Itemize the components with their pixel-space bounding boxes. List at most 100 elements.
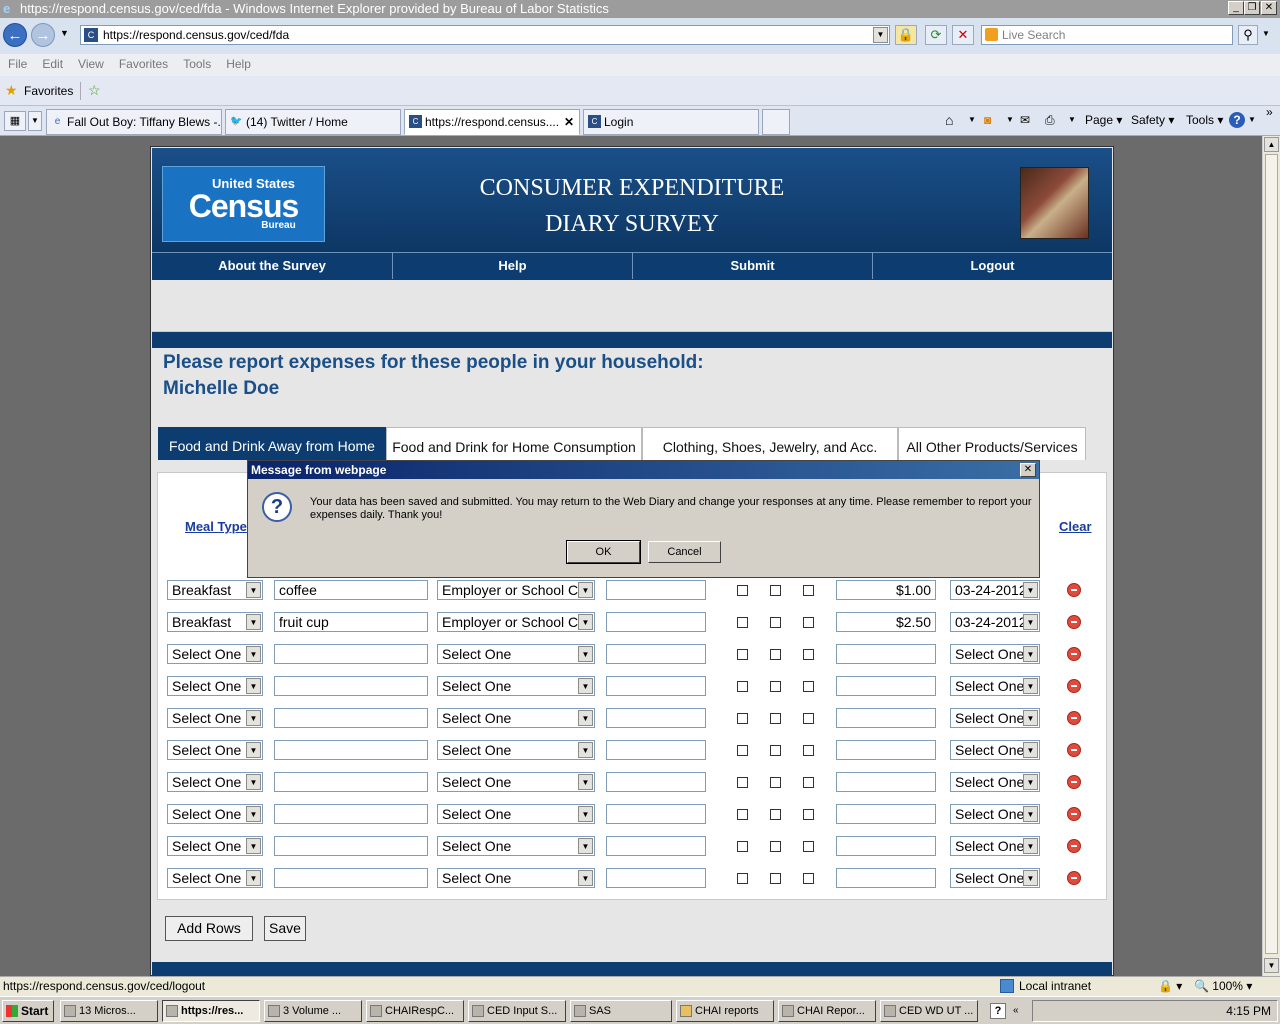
meal-type-select[interactable]: Select One ▼ bbox=[167, 644, 263, 664]
description-input[interactable] bbox=[274, 676, 428, 696]
cost-input[interactable] bbox=[836, 804, 936, 824]
protected-mode-icon[interactable]: 🔒 ▾ bbox=[1158, 977, 1182, 995]
browser-tab-2[interactable]: 🐦 (14) Twitter / Home bbox=[225, 109, 401, 135]
chevron-down-icon[interactable]: ▼ bbox=[578, 678, 593, 694]
delete-row-icon[interactable] bbox=[1067, 647, 1081, 661]
purchase-place-select[interactable]: Select One ▼ bbox=[437, 836, 595, 856]
purchase-place-select[interactable]: Select One ▼ bbox=[437, 676, 595, 696]
save-button[interactable]: Save bbox=[264, 916, 306, 941]
checkbox-2[interactable] bbox=[770, 681, 781, 692]
chevron-down-icon[interactable]: ▼ bbox=[578, 742, 593, 758]
stop-icon[interactable]: ✕ bbox=[952, 25, 974, 45]
date-select[interactable]: Select One ▼ bbox=[950, 836, 1040, 856]
taskbar-item-5[interactable]: CED Input S... bbox=[468, 1000, 566, 1022]
checkbox-1[interactable] bbox=[737, 873, 748, 884]
chevron-down-icon[interactable]: ▼ bbox=[578, 838, 593, 854]
chevron-down-icon[interactable]: ▼ bbox=[1023, 582, 1038, 598]
meal-type-select[interactable]: Breakfast ▼ bbox=[167, 580, 263, 600]
delete-row-icon[interactable] bbox=[1067, 711, 1081, 725]
home-dropdown-icon[interactable]: ▼ bbox=[968, 112, 976, 128]
browser-tab-4[interactable]: C Login bbox=[583, 109, 759, 135]
close-window-button[interactable]: ✕ bbox=[1261, 1, 1277, 15]
taskbar-item-8[interactable]: CHAI Repor... bbox=[778, 1000, 876, 1022]
scroll-thumb[interactable] bbox=[1265, 154, 1278, 954]
extra-input[interactable] bbox=[606, 836, 706, 856]
date-select[interactable]: Select One ▼ bbox=[950, 868, 1040, 888]
checkbox-3[interactable] bbox=[803, 745, 814, 756]
checkbox-3[interactable] bbox=[803, 841, 814, 852]
chevron-down-icon[interactable]: ▼ bbox=[246, 582, 261, 598]
taskbar-item-4[interactable]: CHAIRespC... bbox=[366, 1000, 464, 1022]
chevron-down-icon[interactable]: ▼ bbox=[578, 806, 593, 822]
cost-input[interactable] bbox=[836, 676, 936, 696]
checkbox-1[interactable] bbox=[737, 809, 748, 820]
taskbar-item-2[interactable]: https://res... bbox=[162, 1000, 260, 1022]
dialog-close-button[interactable]: ✕ bbox=[1020, 463, 1036, 477]
chevron-down-icon[interactable]: ▼ bbox=[1023, 838, 1038, 854]
address-input[interactable]: C https://respond.census.gov/ced/fda ▼ bbox=[80, 25, 890, 45]
cancel-button[interactable]: Cancel bbox=[648, 541, 721, 563]
cost-input[interactable] bbox=[836, 708, 936, 728]
checkbox-1[interactable] bbox=[737, 745, 748, 756]
purchase-place-select[interactable]: Employer or School Caf ▼ bbox=[437, 612, 595, 632]
checkbox-1[interactable] bbox=[737, 713, 748, 724]
checkbox-2[interactable] bbox=[770, 649, 781, 660]
quick-tabs-icon[interactable]: ▦ bbox=[4, 111, 26, 131]
zoom-control[interactable]: 🔍 100% ▾ bbox=[1194, 977, 1252, 995]
description-input[interactable] bbox=[274, 836, 428, 856]
meal-type-select[interactable]: Select One ▼ bbox=[167, 676, 263, 696]
new-tab-button[interactable] bbox=[762, 109, 790, 135]
delete-row-icon[interactable] bbox=[1067, 583, 1081, 597]
forward-button[interactable]: → bbox=[31, 23, 55, 47]
checkbox-2[interactable] bbox=[770, 745, 781, 756]
meal-type-select[interactable]: Select One ▼ bbox=[167, 740, 263, 760]
date-select[interactable]: Select One ▼ bbox=[950, 740, 1040, 760]
delete-row-icon[interactable] bbox=[1067, 775, 1081, 789]
restore-button[interactable]: ❐ bbox=[1244, 1, 1260, 15]
date-select[interactable]: Select One ▼ bbox=[950, 804, 1040, 824]
chevron-down-icon[interactable]: ▼ bbox=[246, 774, 261, 790]
search-options-icon[interactable]: ▼ bbox=[1262, 29, 1270, 38]
purchase-place-select[interactable]: Employer or School Caf ▼ bbox=[437, 580, 595, 600]
checkbox-1[interactable] bbox=[737, 777, 748, 788]
close-tab-icon[interactable]: ✕ bbox=[564, 110, 574, 134]
clear-link[interactable]: Clear bbox=[1059, 519, 1092, 534]
chevron-down-icon[interactable]: ▼ bbox=[578, 614, 593, 630]
delete-row-icon[interactable] bbox=[1067, 679, 1081, 693]
vertical-scrollbar[interactable]: ▲ ▼ bbox=[1262, 136, 1280, 976]
description-input[interactable] bbox=[274, 868, 428, 888]
purchase-place-select[interactable]: Select One ▼ bbox=[437, 740, 595, 760]
chevron-down-icon[interactable]: ▼ bbox=[578, 774, 593, 790]
taskbar-item-7[interactable]: CHAI reports bbox=[676, 1000, 774, 1022]
extra-input[interactable] bbox=[606, 868, 706, 888]
chevron-more-icon[interactable]: » bbox=[1266, 104, 1273, 120]
purchase-place-select[interactable]: Select One ▼ bbox=[437, 804, 595, 824]
chevron-down-icon[interactable]: ▼ bbox=[246, 806, 261, 822]
meal-type-select[interactable]: Select One ▼ bbox=[167, 772, 263, 792]
chevron-down-icon[interactable]: ▼ bbox=[246, 870, 261, 886]
checkbox-2[interactable] bbox=[770, 777, 781, 788]
history-dropdown-icon[interactable]: ▼ bbox=[60, 28, 69, 38]
checkbox-2[interactable] bbox=[770, 841, 781, 852]
date-select[interactable]: Select One ▼ bbox=[950, 708, 1040, 728]
chevron-down-icon[interactable]: ▼ bbox=[578, 870, 593, 886]
help-icon[interactable]: ? bbox=[1229, 112, 1245, 128]
cost-input[interactable] bbox=[836, 740, 936, 760]
checkbox-1[interactable] bbox=[737, 681, 748, 692]
description-input[interactable] bbox=[274, 644, 428, 664]
search-go-icon[interactable]: ⚲ bbox=[1238, 25, 1258, 45]
chevron-down-icon[interactable]: ▼ bbox=[246, 710, 261, 726]
date-select[interactable]: 03-24-2012 ▼ bbox=[950, 580, 1040, 600]
lock-icon[interactable]: 🔒 bbox=[895, 25, 917, 45]
purchase-place-select[interactable]: Select One ▼ bbox=[437, 708, 595, 728]
extra-input[interactable] bbox=[606, 644, 706, 664]
tab-food-home[interactable]: Food and Drink for Home Consumption bbox=[386, 427, 642, 460]
description-input[interactable]: fruit cup bbox=[274, 612, 428, 632]
cost-input[interactable]: $2.50 bbox=[836, 612, 936, 632]
chevron-down-icon[interactable]: ▼ bbox=[578, 710, 593, 726]
extra-input[interactable] bbox=[606, 740, 706, 760]
cost-input[interactable] bbox=[836, 868, 936, 888]
delete-row-icon[interactable] bbox=[1067, 839, 1081, 853]
taskbar-item-1[interactable]: 13 Micros... bbox=[60, 1000, 158, 1022]
extra-input[interactable] bbox=[606, 580, 706, 600]
